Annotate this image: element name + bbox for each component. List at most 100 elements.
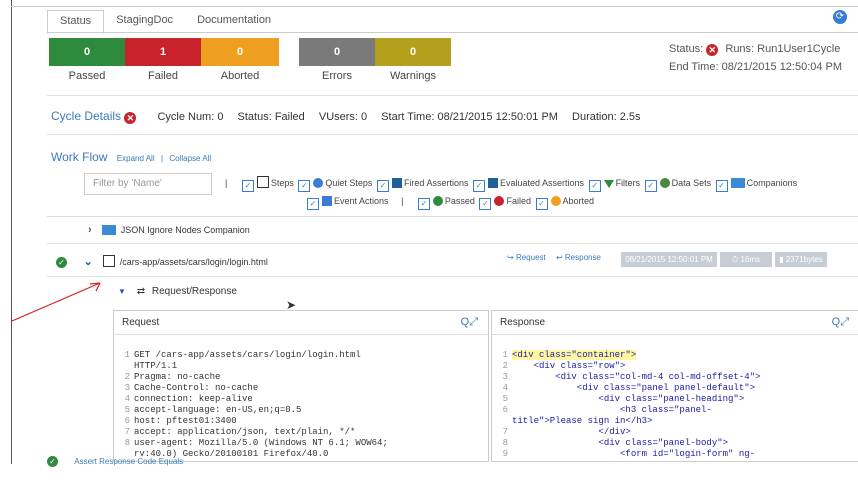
- code-line: 5 accept-language: en-US,en;q=0.5: [124, 405, 302, 415]
- response-panel-title: Response: [500, 317, 546, 328]
- filter-checkboxes-row1: | ✓ Steps ✓ Quiet Steps ✓ Fired Assertions …: [225, 176, 798, 192]
- filters-checkbox[interactable]: ✓: [588, 180, 601, 192]
- errors-count-box[interactable]: 0: [299, 38, 375, 66]
- swap-icon: ⇄: [136, 286, 146, 297]
- errors-label: Errors: [322, 70, 352, 82]
- filter-input[interactable]: Filter by 'Name': [84, 173, 212, 195]
- tab-stagingdoc[interactable]: StagingDoc: [104, 10, 185, 32]
- code-line: 9 <form id="login-form" ng-: [502, 449, 756, 459]
- passed-checkbox[interactable]: ✓: [417, 198, 430, 210]
- left-frame: [0, 0, 12, 464]
- failed-count-box[interactable]: 1: [125, 38, 201, 66]
- response-panel: Response Q⤢ 1 <div class="container"> 2 <d…: [491, 310, 858, 462]
- aborted-label: Aborted: [220, 70, 260, 82]
- event-actions-checkbox[interactable]: ✓: [307, 198, 319, 210]
- code-line: 8 <div class="panel-body">: [502, 438, 729, 448]
- timestamp-badge: 08/21/2015 12:50:01 PM: [621, 252, 717, 267]
- filter-label-companions: Companions: [746, 178, 798, 188]
- filter-checkboxes-row2: ✓ Event Actions | ✓ Passed ✓ Failed ✓ Aborte…: [305, 196, 594, 210]
- aborted-count-box[interactable]: 0: [201, 38, 279, 66]
- chevron-down-icon[interactable]: ⌄: [84, 256, 93, 268]
- response-panel-header: Response Q⤢: [492, 311, 858, 335]
- code-line: 2 Pragma: no-cache: [124, 372, 221, 382]
- divider: [47, 134, 858, 135]
- tab-status[interactable]: Status: [47, 10, 105, 34]
- filter-label-fired-assertions: Fired Assertions: [403, 178, 469, 188]
- collapse-all-link[interactable]: Collapse All: [169, 154, 211, 163]
- data-sets-checkbox[interactable]: ✓: [644, 180, 657, 192]
- request-panel: Request Q⤢ 1 GET /cars-app/assets/cars/lo…: [113, 310, 489, 462]
- passed-check-icon: ✓: [56, 257, 67, 268]
- quiet-steps-checkbox[interactable]: ✓: [298, 180, 311, 192]
- failed-icon: ✕: [706, 44, 719, 56]
- passed-icon: [432, 196, 443, 206]
- companions-icon: [102, 225, 117, 235]
- code-line: HTTP/1.1: [134, 361, 178, 371]
- cycle-num: Cycle Num: 0: [157, 111, 224, 123]
- tab-divider: [47, 32, 858, 33]
- filter-funnel-icon: [603, 180, 614, 188]
- request-panel-title: Request: [122, 317, 160, 328]
- filter-label-evaluated-assertions: Evaluated Assertions: [499, 178, 585, 188]
- companions-icon: [730, 178, 745, 188]
- response-link[interactable]: ↩ Response: [556, 253, 601, 262]
- end-time: End Time: 08/21/2015 12:50:04 PM: [669, 61, 843, 73]
- steps-checkbox[interactable]: ✓: [241, 180, 254, 192]
- search-expand-icon[interactable]: Q⤢: [832, 311, 849, 334]
- expand-all-link[interactable]: Expand All: [117, 154, 155, 163]
- request-step-row[interactable]: ✓ ⌄ /cars-app/assets/cars/login/login.ht…: [56, 255, 268, 268]
- aborted-checkbox[interactable]: ✓: [535, 198, 548, 210]
- request-response-label: Request/Response: [151, 286, 237, 297]
- code-line: 4 <div class="panel panel-default">: [502, 383, 756, 393]
- passed-count-box[interactable]: 0: [49, 38, 125, 66]
- tab-bar: Status StagingDoc Documentation: [47, 10, 283, 34]
- passed-check-icon: ✓: [47, 456, 58, 467]
- size-badge: ▮ 2371bytes: [775, 252, 827, 267]
- warnings-count-box[interactable]: 0: [375, 38, 451, 66]
- filter-label-filters: Filters: [615, 178, 641, 188]
- aborted-icon: [550, 196, 561, 206]
- divider: [47, 95, 858, 96]
- event-actions-icon: [322, 196, 332, 206]
- code-line: 1 <div class="container">: [502, 350, 637, 360]
- chevron-right-icon[interactable]: ›: [88, 224, 92, 236]
- triangle-down-icon[interactable]: ▼: [118, 287, 126, 296]
- request-link[interactable]: ↪ Request: [507, 253, 546, 262]
- response-code: 1 <div class="container"> 2 <div class="ro…: [492, 335, 858, 482]
- code-line: 7 accept: application/json, text/plain, *…: [124, 427, 356, 437]
- annotation-arrow: [12, 282, 101, 322]
- code-line: 8 user-agent: Mozilla/5.0 (Windows NT 6.1…: [124, 438, 388, 448]
- next-step-label: Assert Response Code Equals: [74, 457, 184, 466]
- evaluated-assertions-icon: [487, 178, 498, 188]
- filter-label-failed: Failed: [506, 196, 531, 206]
- failed-checkbox[interactable]: ✓: [479, 198, 492, 210]
- code-line: 7 </div>: [502, 427, 631, 437]
- code-line: 3 <div class="col-md-4 col-md-offset-4">: [502, 372, 761, 382]
- request-panel-header: Request Q⤢: [114, 311, 488, 335]
- code-line: 6 <h3 class="panel-: [502, 405, 712, 415]
- companion-label: JSON Ignore Nodes Companion: [120, 225, 250, 235]
- code-line: 6 host: pftest01:3400: [124, 416, 237, 426]
- refresh-icon[interactable]: ⟳: [833, 10, 847, 24]
- cycle-start-time: Start Time: 08/21/2015 12:50:01 PM: [381, 111, 558, 123]
- filter-label-steps: Steps: [270, 178, 294, 188]
- search-expand-icon[interactable]: Q⤢: [461, 311, 478, 334]
- request-response-links: ↪ Request ↩ Response: [507, 253, 601, 262]
- runs-text: Runs: Run1User1Cycle: [725, 43, 841, 55]
- divider: [47, 243, 858, 244]
- evaluated-assertions-checkbox[interactable]: ✓: [472, 180, 485, 192]
- companion-row[interactable]: › JSON Ignore Nodes Companion: [88, 224, 250, 236]
- companions-checkbox[interactable]: ✓: [715, 180, 728, 192]
- filter-label-passed: Passed: [444, 196, 475, 206]
- code-line: 3 Cache-Control: no-cache: [124, 383, 259, 393]
- tab-documentation[interactable]: Documentation: [185, 10, 283, 32]
- next-step-row[interactable]: ✓ Assert Response Code Equals: [47, 456, 183, 467]
- request-step-icon: [103, 255, 116, 267]
- fired-assertions-checkbox[interactable]: ✓: [376, 180, 389, 192]
- warnings-label: Warnings: [389, 70, 437, 82]
- failed-icon: ✕: [124, 112, 137, 124]
- data-sets-icon: [659, 178, 670, 188]
- divider: [47, 276, 858, 277]
- request-response-row[interactable]: ▼ ⇄ Request/Response: [118, 286, 237, 297]
- status-summary: Status: ✕ Runs: Run1User1Cycle End Time:…: [669, 40, 842, 76]
